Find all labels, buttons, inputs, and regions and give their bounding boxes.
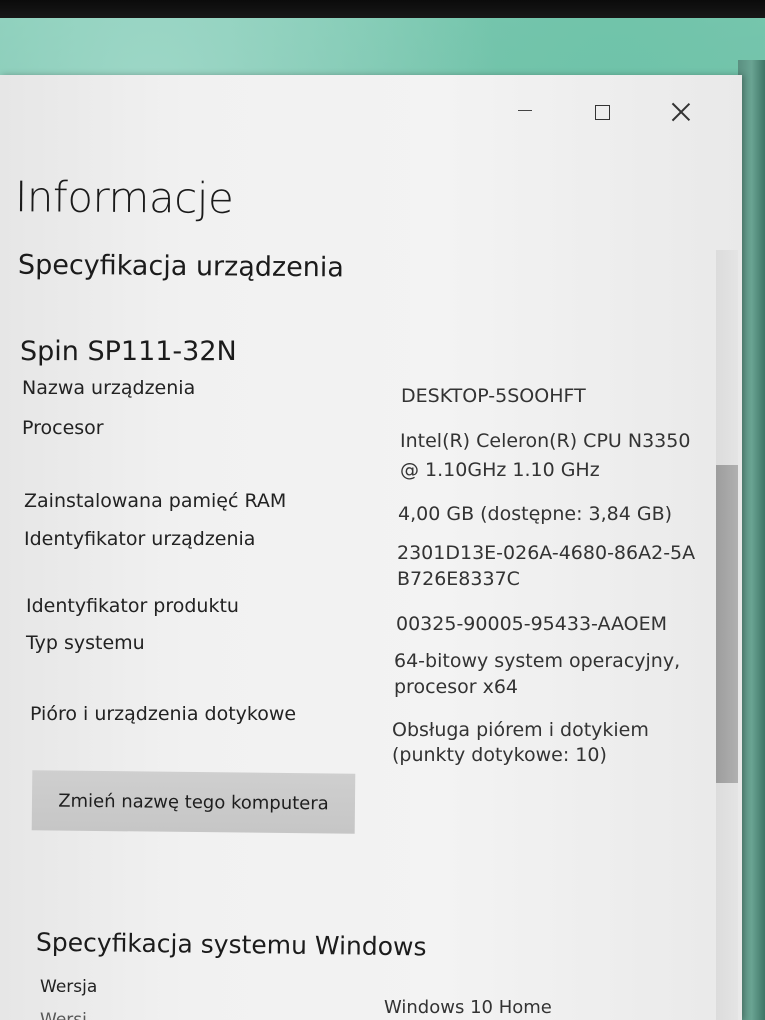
scrollbar-thumb[interactable] [716,465,738,783]
device-model: Spin SP111-32N [20,336,237,367]
spec-label-version-cutoff: Wersj [40,1010,87,1020]
settings-window: Informacje Specyfikacja urządzenia Spin … [0,75,742,1020]
spec-value-device-id-line2: B726E8337C [397,568,520,590]
maximize-icon [594,104,610,120]
spec-value-product-id: 00325-90005-95433-AAOEM [396,613,668,635]
spec-label-system-type: Typ systemu [26,632,145,654]
windows-spec-heading: Specyfikacja systemu Windows [35,927,427,962]
spec-value-system-type-line1: 64-bitowy system operacyjny, [394,650,681,672]
spec-label-device-id: Identyfikator urządzenia [24,528,256,550]
spec-label-product-id: Identyfikator produktu [26,595,239,617]
spec-label-ram: Zainstalowana pamięć RAM [24,490,287,512]
spec-value-system-type-line2: procesor x64 [394,676,519,698]
desktop-edge [738,60,765,1020]
spec-value-processor-line1: Intel(R) Celeron(R) CPU N3350 [400,430,691,452]
spec-label-processor: Procesor [22,417,104,439]
spec-value-edition: Windows 10 Home [384,997,552,1018]
spec-value-pen-touch-line1: Obsługa piórem i dotykiem [392,719,649,741]
spec-value-pen-touch-line2: (punkty dotykowe: 10) [392,744,607,766]
maximize-button[interactable] [579,95,625,129]
spec-value-processor-line2: @ 1.10GHz 1.10 GHz [400,459,600,481]
spec-label-edition: Wersja [40,977,98,997]
rename-pc-button[interactable]: Zmień nazwę tego komputera [31,770,356,834]
spec-value-ram: 4,00 GB (dostępne: 3,84 GB) [398,503,673,525]
close-icon [671,102,691,122]
spec-value-device-name: DESKTOP-5SOOHFT [401,385,586,407]
minimize-button[interactable] [502,95,548,129]
close-button[interactable] [658,95,704,129]
page-title: Informacje [14,172,234,223]
device-spec-heading: Specyfikacja urządzenia [17,249,345,284]
minimize-icon [518,109,532,111]
spec-label-device-name: Nazwa urządzenia [22,377,196,399]
spec-label-pen-touch: Pióro i urządzenia dotykowe [30,703,297,725]
window-controls [502,75,742,145]
spec-value-device-id-line1: 2301D13E-026A-4680-86A2-5A [397,542,696,564]
